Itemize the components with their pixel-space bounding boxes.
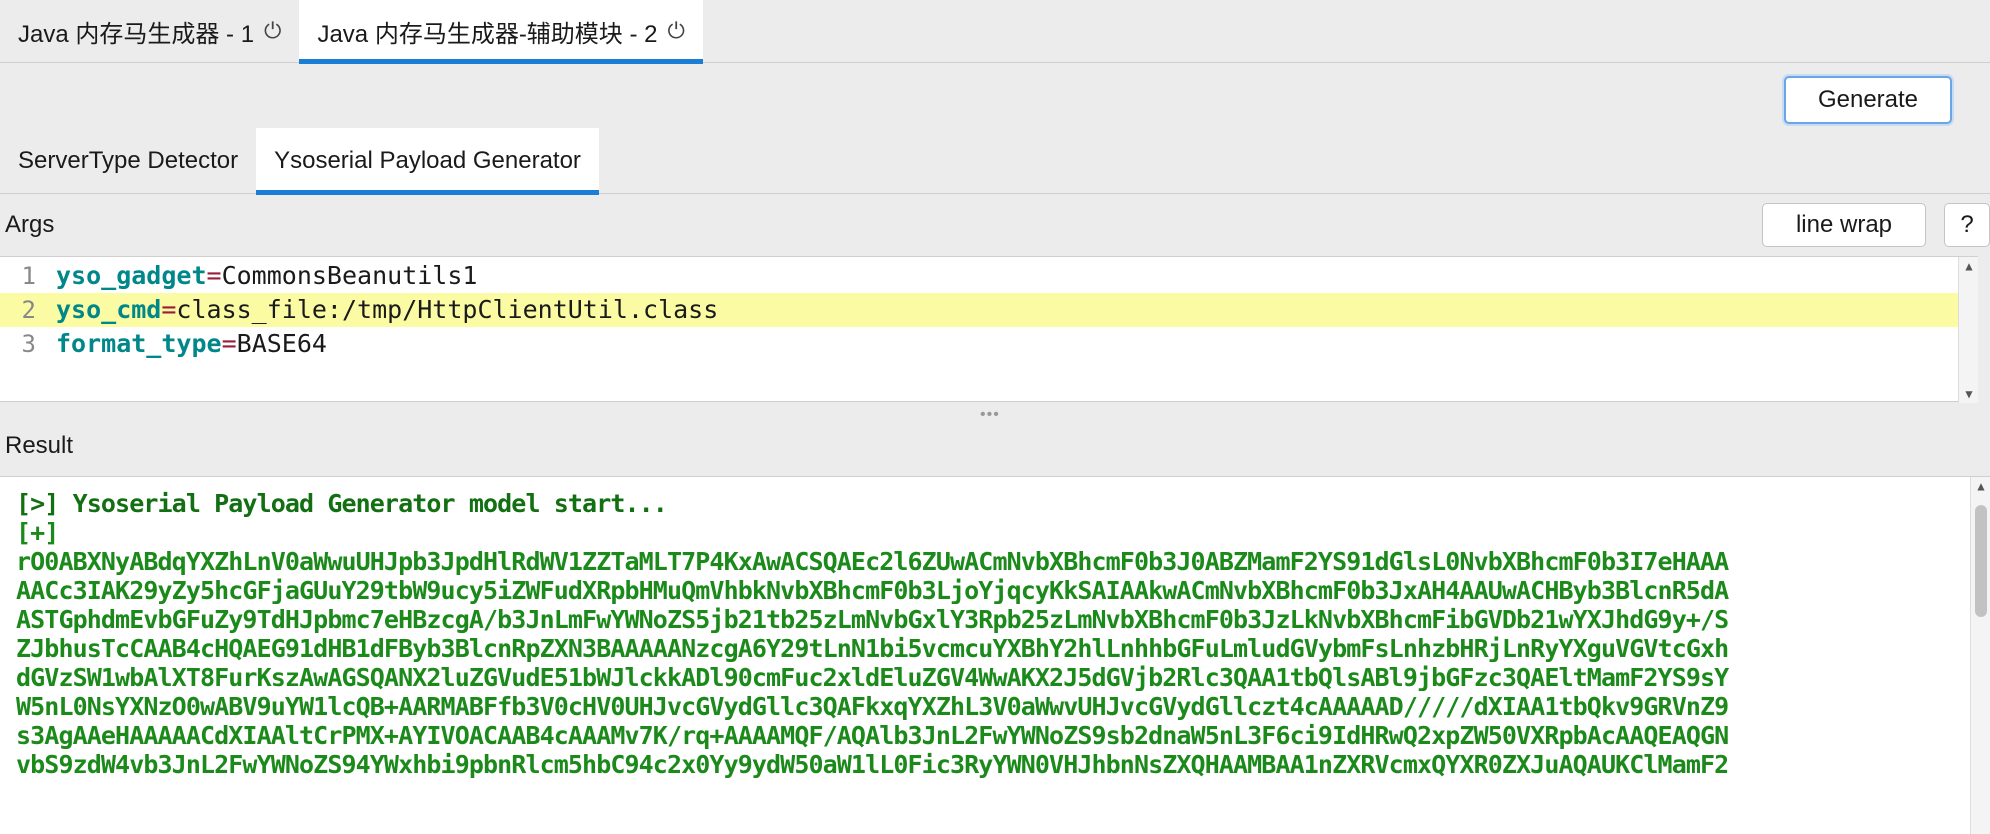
editor-line: 1 yso_gadget=CommonsBeanutils1	[0, 259, 1958, 293]
splitter-grip-icon[interactable]: •••	[980, 406, 1000, 424]
line-code: yso_cmd=class_file:/tmp/HttpClientUtil.c…	[56, 293, 718, 327]
arg-equals: =	[161, 295, 177, 324]
result-line: ASTGphdmEvbGFuZy9TdHJpbmc7eHBzcgA/b3JnLm…	[16, 605, 1729, 634]
arg-equals: =	[206, 261, 222, 290]
args-label: Args	[5, 211, 55, 238]
result-line: s3AgAAeHAAAAACdXIAAltCrPMX+AYIVOACAAB4cA…	[16, 721, 1729, 750]
editor-line: 3 format_type=BASE64	[0, 327, 1958, 361]
arg-key: yso_gadget	[56, 261, 207, 290]
scroll-up-icon[interactable]: ▲	[1971, 479, 1990, 493]
result-output[interactable]: [>] Ysoserial Payload Generator model st…	[0, 476, 1990, 834]
arg-value: class_file:/tmp/HttpClientUtil.class	[176, 295, 719, 324]
line-number: 3	[21, 330, 36, 358]
arg-value: BASE64	[236, 329, 327, 358]
generate-button[interactable]: Generate	[1784, 76, 1952, 124]
power-icon[interactable]: ⏻	[264, 19, 281, 44]
arg-equals: =	[221, 329, 237, 358]
arg-value: CommonsBeanutils1	[221, 261, 478, 290]
scrollbar-thumb[interactable]	[1975, 505, 1987, 617]
result-scrollbar[interactable]: ▲	[1970, 477, 1990, 834]
result-line: [+]	[16, 518, 59, 547]
scroll-down-icon[interactable]: ▼	[1959, 387, 1979, 401]
line-number: 2	[21, 296, 36, 324]
result-line: rO0ABXNyABdqYXZhLnV0aWwuUHJpb3JpdHlRdWV1…	[16, 547, 1729, 576]
result-line: W5nL0NsYXNzO0wABV9uYW1lcQB+AARMABFfb3V0c…	[16, 692, 1729, 721]
result-line: AACc3IAK29yZy5hcGFjaGUuY29tbW9ucy5iZWFud…	[16, 576, 1729, 605]
line-wrap-button[interactable]: line wrap	[1762, 203, 1926, 247]
result-line: [>] Ysoserial Payload Generator model st…	[16, 489, 668, 518]
scroll-up-icon[interactable]: ▲	[1959, 259, 1979, 273]
help-button[interactable]: ?	[1944, 203, 1990, 247]
top-tab-bar: Java 内存马生成器 - 1 ⏻ Java 内存马生成器-辅助模块 - 2 ⏻	[0, 0, 1990, 64]
line-code: format_type=BASE64	[56, 327, 327, 361]
editor-line-current: 2 yso_cmd=class_file:/tmp/HttpClientUtil…	[0, 293, 1958, 327]
power-icon[interactable]: ⏻	[667, 19, 684, 44]
result-line: dGVzSW1wbAlXT8FurKszAwAGSQANX2luZGVudE51…	[16, 663, 1729, 692]
result-label: Result	[5, 432, 74, 459]
top-tab-2[interactable]: Java 内存马生成器-辅助模块 - 2 ⏻	[299, 0, 704, 64]
args-editor[interactable]: 1 yso_gadget=CommonsBeanutils1 2 yso_cmd…	[0, 256, 1978, 403]
line-number: 1	[21, 262, 36, 290]
result-line: vbS9zdW4vb3JnL2FwYWNoZS94YWxhbi9pbnRlcm5…	[16, 750, 1729, 779]
top-tab-2-label: Java 内存马生成器-辅助模块 - 2	[317, 21, 658, 48]
arg-key: format_type	[56, 329, 222, 358]
tab-ysoserial-payload-generator[interactable]: Ysoserial Payload Generator	[256, 128, 599, 195]
tab-servertype-detector[interactable]: ServerType Detector	[0, 128, 256, 194]
sub-tab-bar: ServerType Detector Ysoserial Payload Ge…	[0, 128, 1990, 195]
line-code: yso_gadget=CommonsBeanutils1	[56, 259, 477, 293]
arg-key: yso_cmd	[56, 295, 162, 324]
top-tab-1[interactable]: Java 内存马生成器 - 1 ⏻	[0, 0, 299, 63]
editor-scrollbar[interactable]: ▲ ▼	[1958, 257, 1978, 403]
top-tab-1-label: Java 内存马生成器 - 1	[18, 21, 255, 48]
result-line: ZJbhusTcCAAB4cHQAEG91dHB1dFByb3BlcnRpZXN…	[16, 634, 1729, 663]
